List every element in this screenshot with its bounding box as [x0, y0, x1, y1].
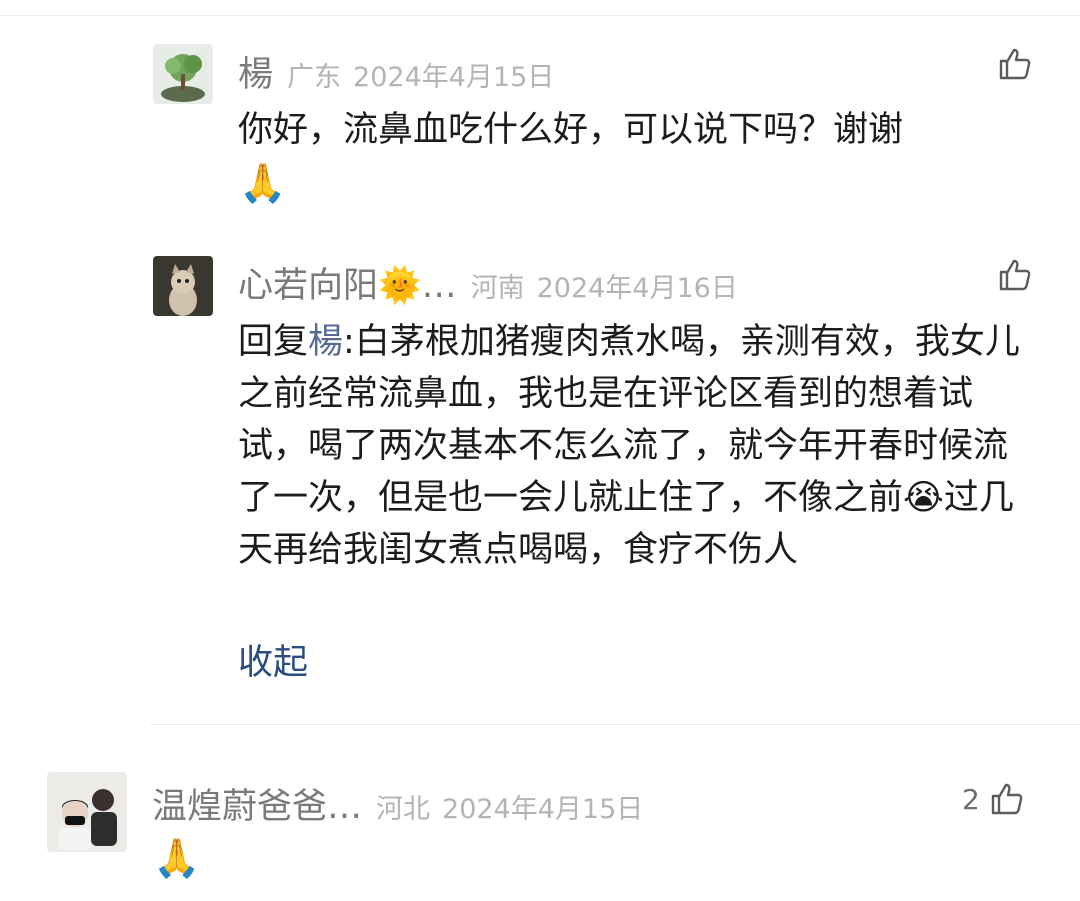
thumbs-up-icon [999, 48, 1031, 80]
top-divider [0, 15, 1080, 16]
like-button[interactable] [998, 47, 1032, 81]
reply-text: 回复楊:白茅根加猪瘦肉煮水喝，亲测有效，我女儿之前经常流鼻血，我也是在评论区看到… [238, 316, 1038, 576]
comment-text: 你好，流鼻血吃什么好，可以说下吗？谢谢 [238, 110, 904, 150]
reply-prefix: 回复 [238, 322, 309, 362]
avatar[interactable] [153, 44, 213, 104]
folded-hands-emoji: 🙏 [239, 161, 287, 205]
region-label: 广东 [287, 62, 342, 93]
collapse-link[interactable]: 收起 [238, 634, 308, 685]
nickname[interactable]: 温煌蔚爸爸… [152, 778, 362, 829]
comment-meta: 楊 广东 2024年4月15日 [238, 46, 554, 97]
region-label: 河北 [376, 794, 431, 825]
region-label: 河南 [470, 273, 525, 304]
divider [150, 724, 1080, 725]
like-count: 2 [962, 782, 980, 816]
avatar[interactable] [153, 256, 213, 316]
nickname[interactable]: 心若向阳🌞… [238, 257, 457, 308]
thumbs-up-icon [999, 259, 1031, 291]
date-label: 2024年4月15日 [442, 794, 644, 825]
date-label: 2024年4月16日 [536, 273, 738, 304]
avatar[interactable] [47, 772, 127, 852]
like-button[interactable]: 2 [962, 782, 1024, 816]
nickname[interactable]: 楊 [238, 46, 273, 97]
like-button[interactable] [998, 258, 1032, 292]
comment-meta: 心若向阳🌞… 河南 2024年4月16日 [238, 257, 738, 308]
date-label: 2024年4月15日 [353, 62, 555, 93]
comment-meta: 温煌蔚爸爸… 河北 2024年4月15日 [152, 778, 643, 829]
crying-face-emoji: 😭 [903, 478, 944, 518]
reply-mention[interactable]: 楊 [308, 322, 343, 362]
reply-colon: : [343, 322, 355, 362]
thumbs-up-icon [991, 783, 1023, 815]
folded-hands-emoji: 🙏 [153, 836, 201, 880]
